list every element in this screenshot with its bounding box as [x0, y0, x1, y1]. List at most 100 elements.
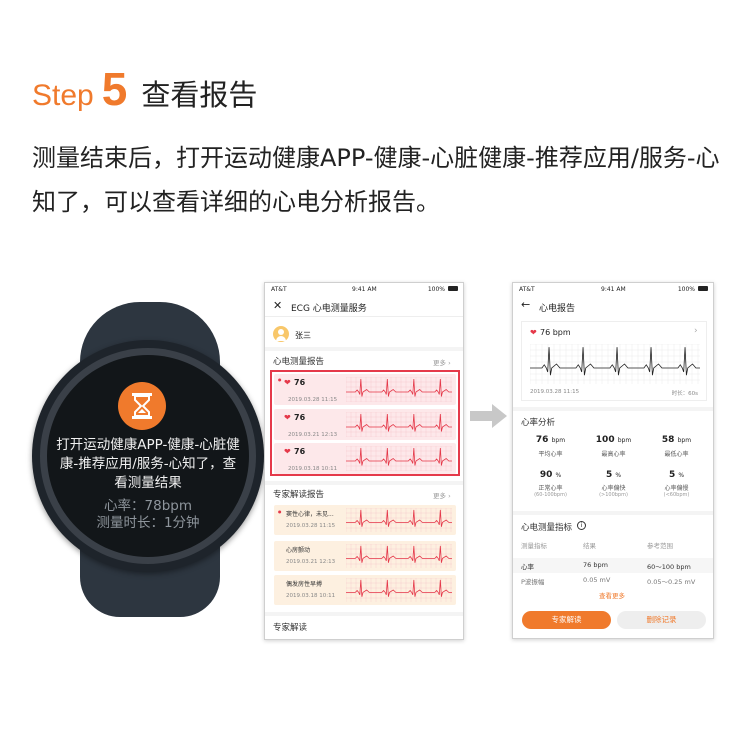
- battery-level: 100%: [677, 286, 695, 293]
- table-cell: 60～100 bpm: [647, 563, 691, 571]
- report-date: 2019.03.28 11:15: [288, 397, 338, 403]
- ecg-thumbnail: [346, 412, 452, 437]
- watch-message: 打开运动健康APP-健康-心脏健康-推荐应用/服务-心知了，查看测量结果: [56, 437, 240, 491]
- report-date: 2019.03.28 11:15: [530, 389, 580, 395]
- battery-icon: [698, 286, 708, 291]
- expert-section-title: 专家解读: [273, 623, 308, 633]
- ecg-waveform: [530, 344, 700, 384]
- expert-reports-title: 专家解读报告: [273, 490, 325, 500]
- battery-icon: [448, 286, 458, 291]
- table-cell: 0.05 mV: [583, 576, 611, 584]
- status-bar: AT&T 9:41 AM 100%: [265, 283, 463, 295]
- heart-icon: ❤: [284, 447, 291, 456]
- table-header-result: 结果: [583, 542, 596, 550]
- expert-report-card[interactable]: 偶发房性早搏 2019.03.18 10:11: [274, 575, 456, 605]
- analysis-title: 心率分析: [521, 418, 556, 428]
- table-header-metric: 测量指标: [521, 542, 547, 550]
- clock: 9:41 AM: [352, 286, 377, 293]
- min-rate-label: 最低心率: [664, 451, 689, 458]
- table-cell: 心率: [521, 563, 534, 571]
- fast-pct-range: (>100bpm): [599, 492, 628, 498]
- watch-duration: 测量时长：1分钟: [96, 515, 200, 531]
- reports-title: 心电测量报告: [273, 357, 325, 367]
- heart-icon: ❤: [284, 413, 291, 422]
- ecg-thumbnail: [346, 508, 452, 532]
- battery-level: 100%: [427, 286, 445, 293]
- table-cell: P波振幅: [521, 578, 545, 586]
- ecg-line: [530, 347, 700, 376]
- report-card[interactable]: ● ❤ 76 2019.03.28 11:15: [274, 374, 456, 405]
- ecg-thumbnail: [346, 446, 452, 471]
- hourglass-icon: [118, 382, 166, 430]
- report-value: 76: [294, 378, 306, 387]
- metrics-title: 心电测量指标: [521, 523, 573, 533]
- table-header-range: 参考范围: [647, 542, 673, 550]
- slow-pct-stat: 5 %: [668, 470, 685, 480]
- divider: [265, 481, 463, 485]
- phone-ecg-report: AT&T 9:41 AM 100% ← 心电报告 ❤ 76 bpm › 2019…: [512, 282, 714, 639]
- step-label: 查看报告: [141, 78, 258, 112]
- arrow-right-icon: [470, 404, 507, 428]
- heart-icon: ❤: [530, 328, 537, 337]
- ecg-thumbnail: [346, 578, 452, 602]
- reports-more-link[interactable]: 更多 ›: [433, 357, 451, 367]
- max-rate-label: 最高心率: [601, 451, 626, 458]
- step-word: Step: [32, 79, 94, 112]
- report-value: 76: [294, 413, 306, 422]
- report-date: 2019.03.18 10:11: [288, 466, 338, 472]
- report-duration: 时长：60s: [671, 391, 698, 397]
- see-more-link[interactable]: 查看更多: [599, 590, 625, 600]
- normal-pct-range: (60-100bpm): [534, 492, 567, 498]
- table-cell: 76 bpm: [583, 561, 608, 569]
- report-card[interactable]: ❤ 76 2019.03.18 10:11: [274, 443, 456, 474]
- expert-interpret-button[interactable]: 专家解读: [522, 611, 611, 629]
- avg-rate-label: 平均心率: [538, 451, 563, 458]
- expert-report-label: 窦性心律，未见...: [286, 511, 334, 518]
- heart-icon: ❤: [284, 378, 291, 387]
- bpm-value: 76 bpm: [540, 328, 571, 337]
- info-icon[interactable]: i: [577, 521, 586, 530]
- expert-report-label: 心房颤动: [286, 547, 311, 554]
- page-title: ECG 心电测量服务: [291, 304, 367, 314]
- divider: [265, 612, 463, 616]
- nav-bar: ✕ ECG 心电测量服务: [265, 295, 463, 317]
- close-icon[interactable]: ✕: [273, 299, 282, 312]
- carrier: AT&T: [271, 286, 287, 293]
- nav-bar: ← 心电报告: [513, 295, 713, 317]
- min-rate-stat: 58 bpm: [661, 435, 692, 445]
- step-number: 5: [101, 63, 128, 115]
- report-date: 2019.03.21 12:13: [288, 432, 338, 438]
- ecg-thumbnail: [346, 377, 452, 402]
- phone-ecg-service: AT&T 9:41 AM 100% ✕ ECG 心电测量服务 张三 心电测量报告…: [264, 282, 464, 640]
- status-bar: AT&T 9:41 AM 100%: [513, 283, 713, 295]
- table-cell: 0.05～0.25 mV: [647, 578, 696, 586]
- expert-report-date: 2019.03.18 10:11: [286, 593, 336, 599]
- fast-pct-stat: 5 %: [605, 470, 622, 480]
- page-title: 心电报告: [539, 304, 576, 314]
- expert-report-card[interactable]: 心房颤动 2019.03.21 12:13: [274, 541, 456, 571]
- report-card[interactable]: ❤ 76 2019.03.21 12:13: [274, 409, 456, 440]
- expert-more-link[interactable]: 更多 ›: [433, 490, 451, 500]
- avatar[interactable]: [273, 326, 289, 342]
- expert-report-card[interactable]: ● 窦性心律，未见... 2019.03.28 11:15: [274, 505, 456, 535]
- user-name: 张三: [295, 331, 311, 340]
- normal-pct-stat: 90 %: [539, 470, 562, 480]
- delete-record-button[interactable]: 删除记录: [617, 611, 706, 629]
- slow-pct-range: (<60bpm): [663, 492, 690, 498]
- expert-report-label: 偶发房性早搏: [286, 581, 323, 588]
- divider: [513, 407, 713, 411]
- clock: 9:41 AM: [601, 286, 626, 293]
- normal-pct-label: 正常心率: [538, 485, 563, 492]
- fast-pct-label: 心率偏快: [601, 485, 626, 492]
- divider: [265, 347, 463, 351]
- step-description: 测量结束后，打开运动健康APP-健康-心脏健康-推荐应用/服务-心知了，可以查看…: [32, 144, 720, 216]
- back-arrow-icon[interactable]: ←: [521, 298, 530, 311]
- expert-report-date: 2019.03.28 11:15: [286, 523, 336, 529]
- step-title: Step 5 查看报告: [32, 62, 257, 116]
- slow-pct-label: 心率偏慢: [664, 485, 689, 492]
- max-rate-stat: 100 bpm: [595, 435, 632, 445]
- carrier: AT&T: [519, 286, 535, 293]
- ecg-thumbnail: [346, 544, 452, 568]
- chevron-right-icon[interactable]: ›: [694, 326, 698, 336]
- ecg-summary-card[interactable]: ❤ 76 bpm › 2019.03.28 11:15 时长：60s: [521, 321, 707, 401]
